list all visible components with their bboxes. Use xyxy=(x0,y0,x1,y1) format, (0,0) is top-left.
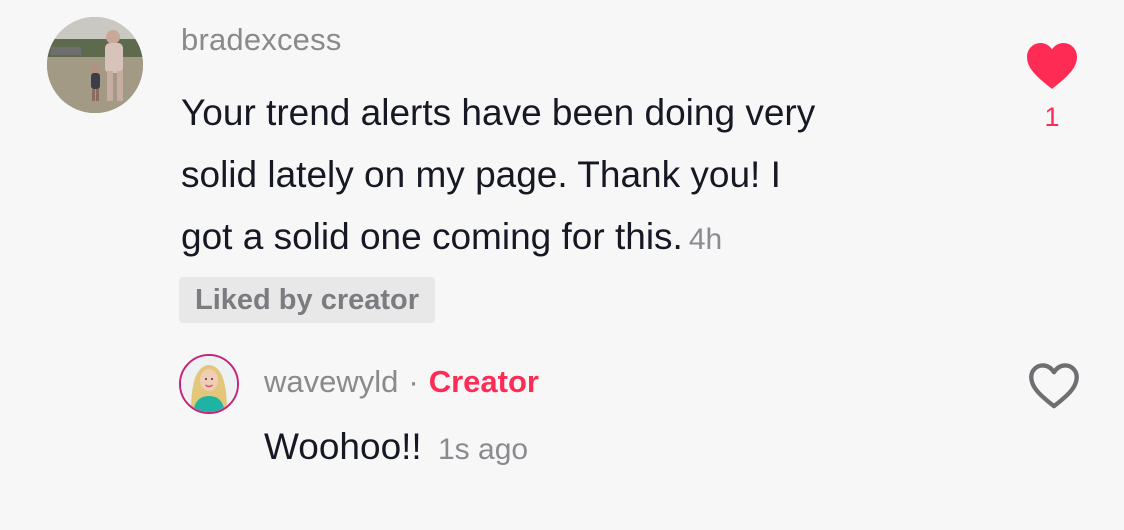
like-count: 1 xyxy=(1044,102,1060,132)
reply-username[interactable]: wavewyld xyxy=(264,364,398,399)
reply-text: Woohoo!! 1s ago xyxy=(264,426,528,468)
reply-avatar[interactable] xyxy=(179,354,239,414)
reply-header: wavewyld · Creator xyxy=(264,364,539,400)
comment-text-line: Your trend alerts have been doing very xyxy=(181,92,816,133)
liked-by-creator-badge: Liked by creator xyxy=(179,277,436,323)
comment-text: Your trend alerts have been doing very s… xyxy=(181,82,981,271)
creator-label: Creator xyxy=(428,364,539,399)
comment-text-line: got a solid one coming for this. 4h xyxy=(181,206,981,271)
avatar-photo xyxy=(181,356,237,412)
reply-text-content: Woohoo!! xyxy=(264,426,422,467)
like-button[interactable] xyxy=(1024,40,1080,90)
separator-dot: · xyxy=(408,364,419,399)
comment-text-line-content: got a solid one coming for this. xyxy=(181,216,683,257)
heart-outline-icon xyxy=(1029,363,1079,409)
comment-timestamp: 4h xyxy=(688,223,723,256)
comment-username[interactable]: bradexcess xyxy=(181,22,342,58)
reply-timestamp: 1s ago xyxy=(437,433,529,466)
avatar-photo xyxy=(47,17,143,113)
comment-thread: bradexcess Your trend alerts have been d… xyxy=(0,0,1124,530)
comment-text-line: solid lately on my page. Thank you! I xyxy=(181,154,781,195)
avatar[interactable] xyxy=(47,17,143,113)
reply-like-button[interactable] xyxy=(1026,360,1082,410)
heart-filled-icon xyxy=(1027,42,1077,89)
